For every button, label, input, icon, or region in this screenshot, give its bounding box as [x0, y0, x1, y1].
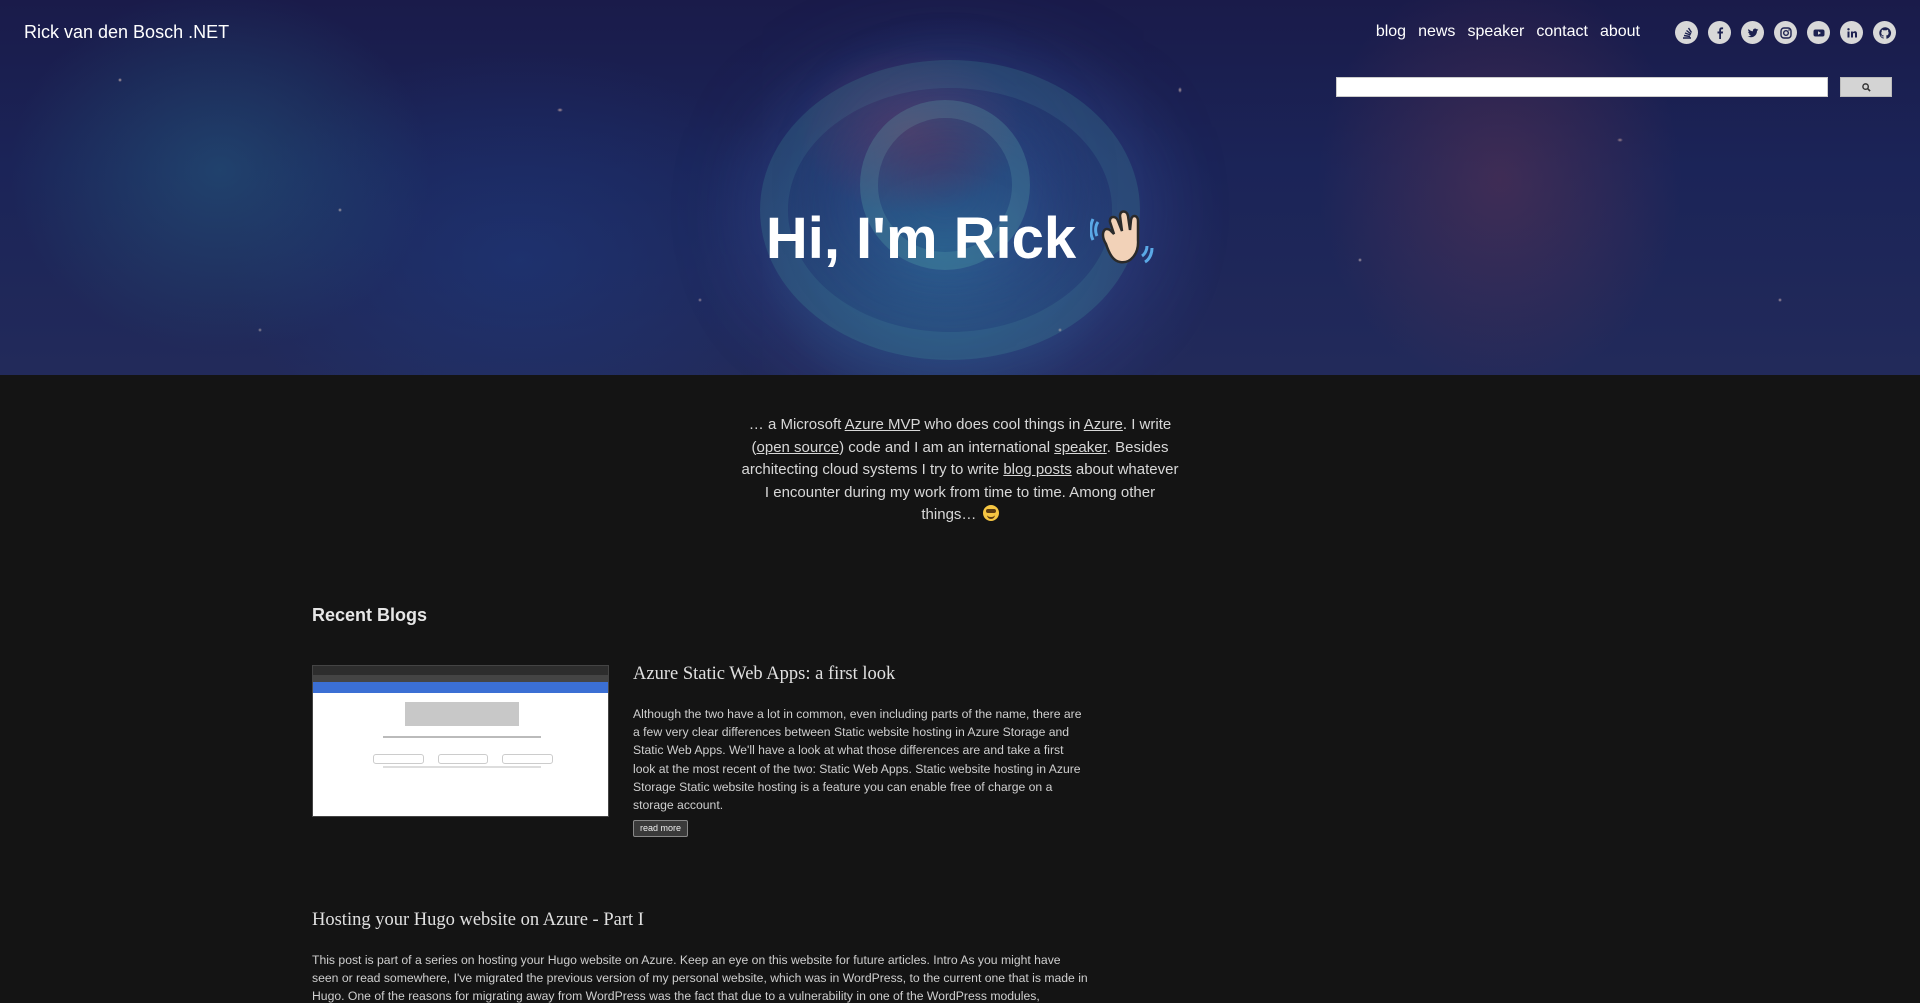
- intro-text-1: … a Microsoft: [748, 416, 845, 433]
- open-source-link[interactable]: open source: [757, 439, 840, 456]
- blog-thumbnail[interactable]: [312, 665, 609, 817]
- search-button[interactable]: [1840, 77, 1892, 97]
- intro-text-4: ) code and I am an international: [839, 438, 1055, 456]
- nav-news[interactable]: news: [1418, 23, 1455, 41]
- thumbnail-address-bar: [313, 675, 608, 682]
- thumbnail-chips: [373, 754, 554, 764]
- site-title-link[interactable]: Rick van den Bosch .NET: [24, 22, 229, 43]
- blog-posts-link[interactable]: blog posts: [1003, 461, 1071, 478]
- nav-contact[interactable]: contact: [1536, 23, 1588, 41]
- nav-blog[interactable]: blog: [1376, 23, 1406, 41]
- facebook-icon[interactable]: [1708, 21, 1731, 44]
- intro-paragraph: … a Microsoft Azure MVP who does cool th…: [740, 414, 1180, 527]
- blog-post-excerpt-2: This post is part of a series on hosting…: [312, 953, 1088, 1003]
- thumbnail-app-header: [313, 682, 608, 693]
- read-more-button[interactable]: read more: [633, 820, 689, 837]
- hero-heading-text: Hi, I'm Rick: [765, 206, 1077, 271]
- instagram-icon[interactable]: [1774, 21, 1797, 44]
- youtube-icon[interactable]: [1807, 21, 1830, 44]
- nav-about[interactable]: about: [1600, 23, 1640, 41]
- nav-speaker[interactable]: speaker: [1467, 23, 1524, 41]
- hero-heading: Hi, I'm Rick: [0, 205, 1920, 276]
- azure-link[interactable]: Azure: [1084, 416, 1123, 433]
- intro-text-2: who does cool things in: [920, 416, 1084, 433]
- linkedin-icon[interactable]: [1840, 21, 1863, 44]
- waving-hand-icon: [1089, 204, 1154, 270]
- azure-mvp-link[interactable]: Azure MVP: [845, 416, 921, 433]
- blog-post-title[interactable]: Azure Static Web Apps: a first look: [633, 664, 895, 685]
- thumbnail-banner: [405, 702, 519, 726]
- stackoverflow-icon[interactable]: [1675, 21, 1698, 44]
- main-nav: blog news speaker contact about: [1376, 23, 1640, 41]
- blog-post-title-2[interactable]: Hosting your Hugo website on Azure - Par…: [312, 910, 644, 931]
- speaker-link[interactable]: speaker: [1054, 439, 1107, 456]
- twitter-icon[interactable]: [1741, 21, 1764, 44]
- sunglasses-smile-icon: [982, 505, 999, 521]
- thumbnail-browser-chrome: [313, 666, 608, 675]
- search-input[interactable]: [1336, 77, 1828, 97]
- social-links: [1675, 21, 1896, 44]
- search-icon: [1861, 82, 1871, 92]
- recent-blogs-heading: Recent Blogs: [312, 605, 428, 625]
- hero-banner: [0, 0, 1920, 375]
- github-icon[interactable]: [1873, 21, 1896, 44]
- blog-post-excerpt: Although the two have a lot in common, e…: [633, 707, 1082, 813]
